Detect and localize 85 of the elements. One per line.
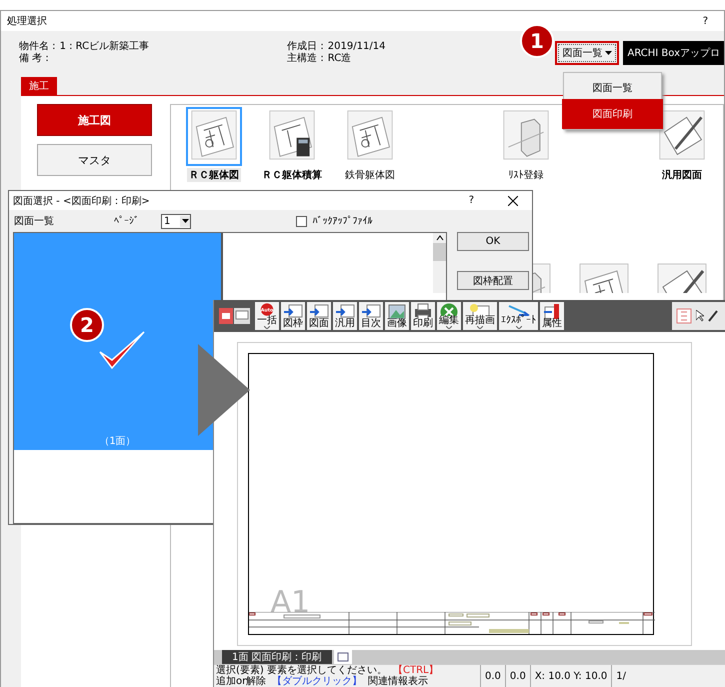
- category-button[interactable]: 施工図: [37, 104, 152, 136]
- info-value: RC造: [328, 53, 352, 65]
- status-cell: 0.0: [480, 665, 505, 687]
- toolbar-button[interactable]: 編集: [437, 302, 461, 330]
- page-select[interactable]: 1: [161, 214, 192, 228]
- arrow-icon: [198, 344, 250, 436]
- blueprint-icon: [267, 110, 317, 160]
- dialog-button[interactable]: 図枠配置: [457, 271, 529, 290]
- tile-label: 鉄骨躯体図: [344, 168, 396, 182]
- toolbar-button[interactable]: 汎用: [333, 302, 357, 330]
- printer-icon[interactable]: [219, 308, 233, 324]
- sheet-arrow-icon: [283, 303, 303, 319]
- sheet-icon: [469, 303, 491, 316]
- status-message: 選択(要素) 要素を選択してください。: [216, 665, 387, 676]
- toolbar-button[interactable]: 再描画: [463, 302, 497, 330]
- toolbar-button[interactable]: 印刷: [411, 302, 435, 330]
- tile-button[interactable]: [186, 107, 242, 166]
- caret-icon: [264, 326, 270, 329]
- help-button[interactable]: ?: [702, 16, 708, 26]
- block-icon: [501, 110, 551, 160]
- status-message: 【ダブルクリック】: [272, 676, 362, 687]
- info-label: 作成日 :: [287, 41, 324, 52]
- tile-label: ＲＣ躯体図: [187, 168, 241, 182]
- toolbar-button[interactable]: 属性: [540, 302, 564, 330]
- check-mark-icon: [98, 330, 146, 372]
- toolbar-button[interactable]: 画像: [385, 302, 409, 330]
- image-icon: [387, 303, 407, 319]
- sheet-label: （1面）: [99, 435, 136, 448]
- cursor-icon[interactable]: [696, 310, 704, 322]
- caret-icon: [446, 326, 452, 329]
- printer-icon: [413, 303, 433, 319]
- status-cell: X: 10.0 Y: 10.0: [530, 665, 612, 687]
- toolbar-button[interactable]: ｴｸｽﾎﾟｰﾄ: [499, 302, 538, 330]
- monitor-icon[interactable]: [234, 308, 250, 324]
- caret-icon: [182, 218, 189, 224]
- info-value: 1 : RCビル新築工事: [60, 41, 150, 53]
- sheet-arrow-icon: [309, 303, 329, 319]
- close-icon[interactable]: [508, 196, 518, 206]
- document-tab[interactable]: 1面 図面印刷：印刷: [222, 650, 332, 664]
- blueprint-icon: [189, 110, 239, 160]
- status-cell: 0.0: [504, 665, 530, 687]
- sheet-arrow-icon: [361, 303, 381, 319]
- menu-item[interactable]: 図面一覧: [564, 75, 661, 101]
- page-label: ﾍﾟｰｼﾞ: [114, 215, 139, 227]
- tile-label: 汎用図面: [661, 168, 703, 182]
- scroll-up-icon[interactable]: [436, 233, 444, 243]
- info-label: 備 考 :: [19, 53, 49, 65]
- checkbox[interactable]: [296, 216, 308, 226]
- tile-label: ＲＣ躯体積算: [261, 168, 323, 182]
- info-label: 主構造 :: [287, 53, 324, 65]
- status-message: 追加or解除: [216, 676, 266, 687]
- status-cell: 1/: [611, 665, 630, 687]
- scrollbar[interactable]: [433, 233, 446, 293]
- caret-icon: [477, 326, 483, 329]
- dialog-title: 図面選択 - <図面印刷：印刷>: [13, 194, 150, 208]
- flag-icon: [542, 303, 562, 319]
- new-tab-icon[interactable]: [334, 650, 352, 664]
- status-message: 関連情報表示: [368, 676, 428, 687]
- tile-icon[interactable]: [579, 263, 629, 293]
- dialog-button[interactable]: OK: [457, 232, 529, 251]
- info-value: 2019/11/14: [328, 41, 386, 52]
- caret-icon: [605, 50, 612, 56]
- upload-button[interactable]: ARCHI Boxアップロ: [623, 41, 724, 65]
- sheet-arrow-icon: [335, 303, 355, 319]
- list-label: 図面一覧: [14, 215, 54, 228]
- info-label: 物件名 :: [19, 41, 56, 52]
- status-message: 【CTRL】: [392, 665, 439, 676]
- export-arrow-icon: [506, 303, 530, 316]
- toolbar-button[interactable]: 目次: [359, 302, 383, 330]
- menu-item[interactable]: 図面印刷: [564, 101, 661, 127]
- category-button[interactable]: マスタ: [37, 144, 152, 176]
- sheet-size-label: A1: [270, 585, 310, 620]
- toolbar-button[interactable]: 図面: [307, 302, 331, 330]
- toolbar-button[interactable]: 図枠: [281, 302, 305, 330]
- pen-icon[interactable]: [708, 310, 718, 322]
- checkbox-label: ﾊﾞｯｸｱｯﾌﾟﾌｧｲﾙ: [312, 215, 372, 227]
- caret-icon: [516, 326, 522, 329]
- window-title: 処理選択: [7, 15, 47, 28]
- help-button[interactable]: ?: [468, 195, 474, 206]
- tab[interactable]: 施工: [21, 77, 57, 95]
- blueprint-icon: [345, 110, 395, 160]
- tile-icon[interactable]: [657, 263, 707, 293]
- tile-label: ﾘｽﾄ登録: [508, 169, 544, 182]
- tools-icon: [439, 303, 459, 316]
- drawing-list-dropdown[interactable]: 図面一覧: [555, 41, 620, 65]
